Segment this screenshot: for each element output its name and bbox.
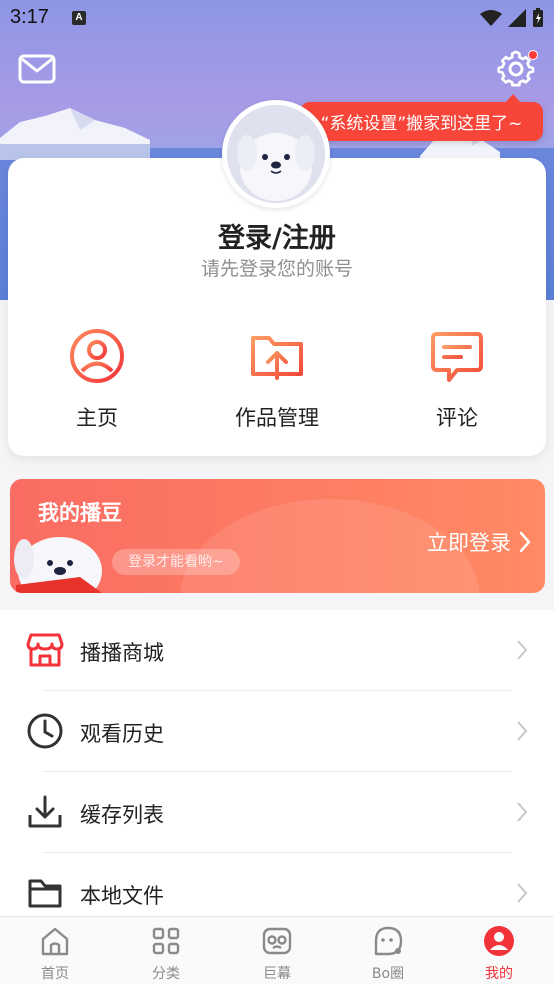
settings-moved-tooltip[interactable]: “系统设置”搬家到这里了~ [300, 94, 543, 141]
avatar[interactable] [222, 100, 330, 208]
seal-mascot-icon [14, 537, 102, 593]
settings-notification-dot [528, 50, 538, 60]
bodou-login-banner[interactable]: 我的播豆 登录才能看哟~ 立即登录 [10, 479, 545, 593]
quick-action-label: 评论 [436, 406, 478, 430]
system-icons [480, 8, 544, 28]
home-icon [41, 927, 69, 956]
folder-icon [28, 879, 62, 908]
tab-category[interactable]: 分类 [111, 925, 221, 983]
quick-action-comments[interactable]: 评论 [382, 326, 532, 432]
seal-avatar-image [227, 105, 325, 203]
chevron-right-icon [517, 802, 528, 822]
signal-icon [508, 9, 526, 27]
tab-giant-screen[interactable]: 巨幕 [222, 925, 332, 983]
tab-label: 我的 [485, 966, 513, 982]
menu-item-label: 观看历史 [80, 722, 164, 746]
chevron-right-icon [517, 640, 528, 660]
tooltip-text: “系统设置”搬家到这里了~ [320, 114, 523, 134]
chevron-right-icon [517, 883, 528, 903]
menu-list: 播播商城 观看历史 缓存列表 本地文件 [0, 610, 554, 916]
menu-item-label: 本地文件 [80, 884, 164, 908]
quick-action-label: 作品管理 [235, 406, 319, 430]
tab-label: 分类 [152, 966, 180, 982]
notification-a-icon: A [72, 11, 86, 25]
bottom-tab-bar: 首页 分类 巨幕 Bo圈 我的 [0, 916, 554, 984]
iceberg-left [0, 108, 150, 160]
profile-icon [484, 926, 514, 956]
tab-label: Bo圈 [371, 966, 405, 982]
quick-action-works-management[interactable]: 作品管理 [202, 326, 352, 432]
login-subtitle: 请先登录您的账号 [200, 258, 353, 280]
tab-label: 巨幕 [263, 966, 291, 982]
chevron-right-icon [519, 531, 531, 553]
status-time: 3:17 [10, 6, 49, 28]
status-bar: 3:17 A [0, 0, 554, 38]
chevron-right-icon [517, 721, 528, 741]
mail-icon[interactable] [18, 54, 56, 84]
tab-home[interactable]: 首页 [0, 925, 110, 983]
menu-item-shop[interactable]: 播播商城 [0, 610, 554, 691]
quick-action-homepage[interactable]: 主页 [22, 326, 172, 432]
clock-icon [27, 713, 63, 749]
grid-icon [152, 927, 180, 955]
shop-icon [26, 633, 64, 667]
wifi-icon [480, 10, 502, 26]
login-now-button[interactable]: 立即登录 [427, 527, 531, 557]
chat-bubble-icon [374, 926, 403, 956]
vr-icon [262, 927, 292, 955]
login-now-label: 立即登录 [427, 531, 511, 555]
folder-upload-icon [251, 336, 303, 380]
download-icon [28, 795, 62, 828]
tab-label: 首页 [41, 966, 69, 982]
user-circle-icon [70, 329, 124, 383]
comment-icon [431, 332, 483, 382]
battery-icon [533, 8, 543, 27]
menu-item-label: 播播商城 [80, 641, 164, 665]
banner-hint-pill: 登录才能看哟~ [112, 549, 240, 575]
menu-item-history[interactable]: 观看历史 [0, 691, 554, 772]
menu-item-label: 缓存列表 [80, 803, 164, 827]
menu-item-cache[interactable]: 缓存列表 [0, 772, 554, 853]
login-register-title[interactable]: 登录/注册 [0, 216, 554, 255]
tab-mine[interactable]: 我的 [444, 925, 554, 983]
quick-action-label: 主页 [76, 406, 118, 430]
tab-bo-circle[interactable]: Bo圈 [333, 925, 443, 983]
